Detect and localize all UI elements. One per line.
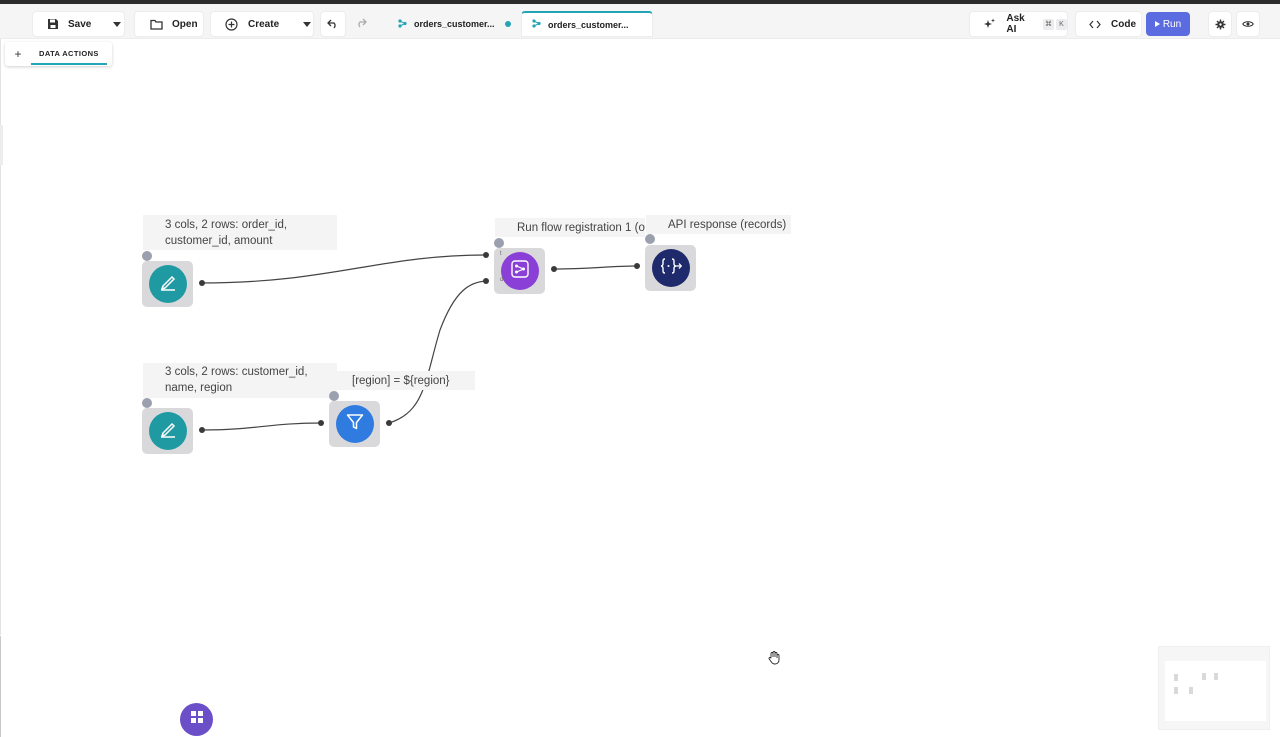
input2-node-icon-circle — [148, 412, 187, 450]
input1-label: 3 cols, 2 rows: order_id, customer_id, a… — [143, 215, 337, 250]
runflow-output-port[interactable] — [551, 266, 557, 272]
funnel-icon — [345, 412, 365, 437]
api-input-port[interactable] — [634, 263, 640, 269]
minimap-node — [1202, 673, 1206, 680]
input1-node[interactable] — [142, 261, 193, 307]
api-label: API response (records) — [646, 215, 791, 234]
filter-output-port[interactable] — [386, 420, 392, 426]
grid-icon — [190, 710, 204, 729]
hand-cursor-icon — [768, 651, 780, 665]
subflow-icon — [510, 259, 530, 284]
filter-input-port[interactable] — [318, 420, 324, 426]
runflow-port-label-2: d — [500, 277, 504, 283]
input2-drag-handle[interactable] — [142, 398, 152, 408]
filter-label: [region] = ${region} — [330, 371, 475, 390]
runflow-input-port-2[interactable] — [483, 278, 489, 284]
filter-node-icon-circle — [335, 405, 374, 443]
pencil-icon — [158, 272, 178, 297]
api-node[interactable] — [645, 245, 696, 291]
input2-output-port[interactable] — [199, 427, 205, 433]
json-braces-icon — [660, 257, 682, 280]
apps-fab-button[interactable] — [180, 703, 213, 736]
minimap-node — [1174, 687, 1178, 694]
minimap-node — [1174, 674, 1178, 681]
edge-input2-filter — [201, 422, 322, 431]
filter-drag-handle[interactable] — [329, 391, 339, 401]
runflow-drag-handle[interactable] — [494, 238, 504, 248]
runflow-label-text: Run flow registration 1 (or — [517, 222, 645, 234]
api-node-icon-circle — [651, 249, 690, 287]
api-drag-handle[interactable] — [645, 234, 655, 244]
edge-input1-runflow — [201, 254, 487, 284]
filter-node[interactable] — [329, 401, 380, 447]
api-label-text: API response (records) — [668, 219, 787, 231]
edge-runflow-api — [553, 265, 638, 270]
input1-label-line1: 3 cols, 2 rows: order_id, — [165, 219, 288, 231]
input2-label-line1: 3 cols, 2 rows: customer_id, — [165, 366, 308, 378]
input1-node-icon-circle — [148, 265, 187, 303]
input1-label-line2: customer_id, amount — [165, 235, 273, 247]
input2-node[interactable] — [142, 408, 193, 454]
minimap-viewport — [1165, 661, 1266, 721]
runflow-node-icon-circle — [500, 252, 539, 290]
edge-filter-runflow — [388, 280, 487, 424]
pencil-icon — [158, 419, 178, 444]
minimap-node — [1189, 687, 1193, 694]
minimap[interactable] — [1158, 646, 1270, 730]
minimap-node — [1214, 673, 1218, 680]
input2-label: 3 cols, 2 rows: customer_id, name, regio… — [143, 363, 337, 398]
runflow-input-port-1[interactable] — [483, 252, 489, 258]
input1-output-port[interactable] — [199, 280, 205, 286]
runflow-label: Run flow registration 1 (or — [495, 218, 645, 237]
input1-drag-handle[interactable] — [142, 251, 152, 261]
filter-label-text: [region] = ${region} — [352, 375, 450, 387]
input2-label-line2: name, region — [165, 382, 233, 394]
runflow-port-label-1: t — [500, 251, 502, 257]
